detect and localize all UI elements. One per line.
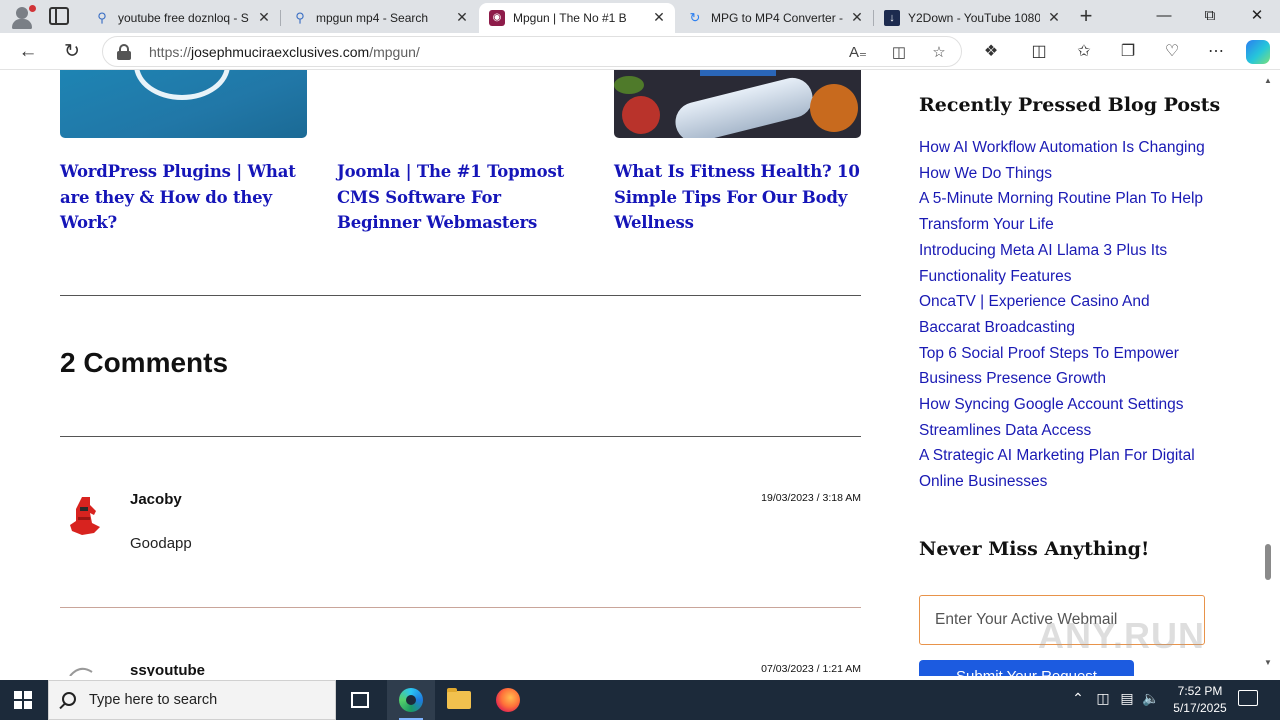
scroll-up-icon[interactable]: ▲ [1264, 76, 1272, 85]
firefox-icon [496, 688, 520, 712]
submit-request-button[interactable]: Submit Your Request [919, 660, 1134, 676]
close-window-icon[interactable]: ✕ [1234, 4, 1280, 28]
folder-icon [447, 688, 471, 709]
url-text[interactable]: https://josephmuciraexclusives.com/mpgun… [149, 44, 420, 60]
profile-icon[interactable] [9, 4, 36, 30]
recent-post-link[interactable]: Introducing Meta AI Llama 3 Plus Its Fun… [919, 238, 1209, 289]
split-screen-icon[interactable]: ◫ [1026, 39, 1052, 65]
tab-y2down[interactable]: ↓ Y2Down - YouTube 1080 ✕ [874, 3, 1070, 33]
taskbar: Type here to search ⌃ ◫ ▤ 🔈 7:52 PM 5/17… [0, 680, 1280, 720]
close-tab-icon[interactable]: ✕ [651, 9, 667, 25]
post-thumbnail-fitness[interactable] [614, 70, 861, 138]
tab-youtube-search[interactable]: ⚲ youtube free doznloq - S ✕ [84, 3, 281, 33]
tab-mpgun-active[interactable]: ◉ Mpgun | The No #1 Best ✕ [479, 3, 675, 33]
recent-post-link[interactable]: How Syncing Google Account Settings Stre… [919, 392, 1209, 443]
volume-icon[interactable]: 🔈 [1140, 690, 1162, 707]
search-icon: ⚲ [295, 10, 305, 25]
extensions-icon[interactable]: ❖ [978, 39, 1004, 65]
edge-taskbar-button[interactable] [387, 680, 435, 720]
comment-date: 07/03/2023 / 1:21 AM [761, 663, 861, 675]
tab-title: Y2Down - YouTube 1080 [908, 11, 1040, 25]
restore-icon[interactable]: ⧉ [1187, 4, 1233, 28]
search-icon [62, 692, 76, 706]
post-thumbnail-wordpress[interactable] [60, 70, 307, 138]
recent-post-link[interactable]: A Strategic AI Marketing Plan For Digita… [919, 443, 1209, 494]
newsletter-heading: Never Miss Anything! [919, 538, 1150, 560]
tab-title: youtube free doznloq - S [118, 11, 249, 25]
new-tab-icon[interactable]: + [1075, 5, 1097, 27]
lock-icon[interactable] [117, 44, 131, 60]
comment-author: Jacoby [130, 491, 182, 508]
favorite-star-icon[interactable]: ☆ [928, 42, 950, 64]
section-divider [60, 295, 861, 296]
system-clock[interactable]: 7:52 PM 5/17/2025 [1160, 683, 1240, 717]
comment-item: Jacoby 19/03/2023 / 3:18 AM Goodapp [60, 491, 861, 571]
task-view-button[interactable] [336, 680, 384, 720]
file-explorer-button[interactable] [435, 680, 483, 720]
close-tab-icon[interactable]: ✕ [454, 9, 470, 25]
browser-essentials-icon[interactable]: ♡ [1159, 39, 1185, 65]
recent-post-link[interactable]: How AI Workflow Automation Is Changing H… [919, 135, 1209, 186]
comment-author: ssyoutube [130, 662, 206, 676]
recent-post-link[interactable]: Top 6 Social Proof Steps To Empower Busi… [919, 341, 1209, 392]
recent-posts-list: How AI Workflow Automation Is Changing H… [919, 135, 1209, 495]
recent-post-link[interactable]: OncaTV | Experience Casino And Baccarat … [919, 289, 1209, 340]
avatar [60, 662, 108, 676]
network-icon[interactable]: ▤ [1116, 690, 1138, 707]
search-icon: ⚲ [97, 10, 107, 25]
refresh-icon[interactable]: ↻ [58, 38, 86, 66]
edge-icon [399, 688, 423, 712]
anyrun-watermark: ANY.RUN [1038, 615, 1206, 656]
clock-date: 5/17/2025 [1173, 701, 1227, 715]
read-aloud-icon[interactable]: A₌ [847, 42, 869, 64]
tray-chevron-icon[interactable]: ⌃ [1067, 690, 1089, 707]
tab-title: MPG to MP4 Converter - [711, 11, 843, 25]
taskbar-search-box[interactable]: Type here to search [48, 680, 336, 720]
comment-text: Goodapp [130, 535, 192, 552]
scroll-down-icon[interactable]: ▼ [1264, 658, 1272, 667]
recent-post-link[interactable]: A 5-Minute Morning Routine Plan To Help … [919, 186, 1209, 237]
page-scrollbar[interactable]: ▲ ▼ [1262, 70, 1274, 676]
clock-time: 7:52 PM [1177, 684, 1223, 698]
favorites-icon[interactable]: ✩ [1071, 39, 1097, 65]
back-icon[interactable]: ← [14, 38, 42, 66]
comment-item: ssyoutube 07/03/2023 / 1:21 AM [60, 662, 861, 676]
close-tab-icon[interactable]: ✕ [849, 9, 865, 25]
related-post-link[interactable]: WordPress Plugins | What are they & How … [60, 159, 310, 236]
notification-icon[interactable] [1238, 690, 1258, 706]
taskbar-search-placeholder: Type here to search [89, 692, 218, 708]
site-favicon: ◉ [489, 10, 505, 26]
copilot-icon[interactable] [1246, 40, 1270, 64]
tab-mpg-converter[interactable]: ↻ MPG to MP4 Converter - ✕ [677, 3, 874, 33]
tab-actions-icon[interactable] [49, 7, 69, 25]
tray-device-icon[interactable]: ◫ [1092, 690, 1114, 707]
comment-date: 19/03/2023 / 3:18 AM [761, 492, 861, 504]
comment-divider [60, 607, 861, 608]
collections-icon[interactable]: ❐ [1115, 39, 1141, 65]
page-viewport: WordPress Plugins | What are they & How … [0, 70, 1280, 676]
tab-title: Mpgun | The No #1 Best [513, 11, 627, 25]
related-post-link[interactable]: Joomla | The #1 Topmost CMS Software For… [337, 159, 587, 236]
minimize-icon[interactable]: — [1141, 4, 1187, 28]
tab-title: mpgun mp4 - Search [316, 11, 429, 25]
scroll-thumb[interactable] [1265, 544, 1271, 580]
app-available-icon[interactable]: ◫ [888, 42, 910, 64]
address-bar[interactable]: https://josephmuciraexclusives.com/mpgun… [102, 36, 962, 67]
close-tab-icon[interactable]: ✕ [256, 9, 272, 25]
windows-start-icon[interactable] [14, 691, 32, 709]
loading-spinner-icon: ↻ [689, 10, 701, 25]
close-tab-icon[interactable]: ✕ [1046, 9, 1062, 25]
recent-posts-heading: Recently Pressed Blog Posts [919, 94, 1221, 116]
section-divider [60, 436, 861, 437]
avatar [60, 491, 108, 539]
firefox-taskbar-button[interactable] [484, 680, 532, 720]
task-view-icon [351, 692, 369, 708]
settings-more-icon[interactable]: ⋯ [1203, 39, 1229, 65]
address-toolbar: ← ↻ https://josephmuciraexclusives.com/m… [0, 33, 1280, 70]
related-post-link[interactable]: What Is Fitness Health? 10 Simple Tips F… [614, 159, 864, 236]
comments-heading: 2 Comments [60, 347, 229, 378]
download-favicon: ↓ [884, 10, 900, 26]
tab-mpgun-search[interactable]: ⚲ mpgun mp4 - Search ✕ [282, 3, 478, 33]
tab-strip: ⚲ youtube free doznloq - S ✕ ⚲ mpgun mp4… [0, 0, 1280, 33]
